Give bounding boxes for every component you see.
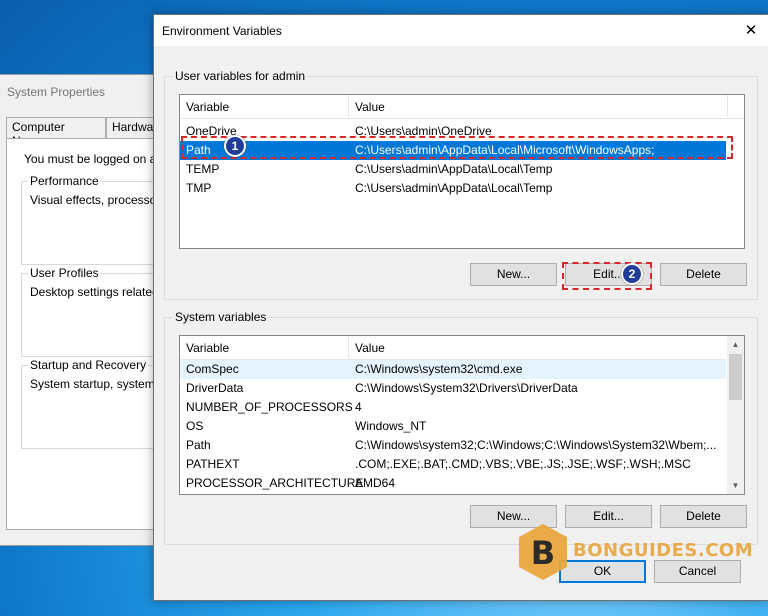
system-new-button[interactable]: New... xyxy=(470,505,557,528)
system-delete-button[interactable]: Delete xyxy=(660,505,747,528)
system-row-os[interactable]: OS Windows_NT xyxy=(180,417,726,436)
environment-variables-dialog: Environment Variables ✕ User variables f… xyxy=(153,14,768,601)
startup-recovery-legend: Startup and Recovery xyxy=(28,358,149,372)
header-value[interactable]: Value xyxy=(355,341,385,355)
scroll-up-arrow-icon[interactable]: ▲ xyxy=(727,336,744,353)
system-row-comspec[interactable]: ComSpec C:\Windows\system32\cmd.exe xyxy=(180,360,726,379)
system-row-number-of-processors[interactable]: NUMBER_OF_PROCESSORS 4 xyxy=(180,398,726,417)
system-variables-legend: System variables xyxy=(173,310,269,324)
row-variable: PROCESSOR_ARCHITECTURE xyxy=(186,476,364,490)
user-variables-group: User variables for admin Variable Value … xyxy=(164,69,758,300)
row-value: Windows_NT xyxy=(355,419,427,433)
system-properties-window: System Properties Computer Name Hardware… xyxy=(0,74,183,546)
user-profiles-legend: User Profiles xyxy=(28,266,101,280)
dialog-titlebar[interactable]: Environment Variables ✕ xyxy=(154,15,768,46)
row-value: C:\Windows\System32\Drivers\DriverData xyxy=(355,381,578,395)
row-variable: TMP xyxy=(186,181,212,195)
path-row-highlight xyxy=(181,136,733,159)
user-delete-button[interactable]: Delete xyxy=(660,263,747,286)
system-list-header: Variable Value xyxy=(180,336,726,360)
dialog-title: Environment Variables xyxy=(162,24,282,38)
header-variable[interactable]: Variable xyxy=(186,100,229,114)
logon-note: You must be logged on as a xyxy=(24,152,173,166)
header-variable[interactable]: Variable xyxy=(186,341,229,355)
system-properties-title: System Properties xyxy=(7,85,106,99)
system-row-driverdata[interactable]: DriverData C:\Windows\System32\Drivers\D… xyxy=(180,379,726,398)
step-badge-2: 2 xyxy=(621,263,643,285)
row-variable: DriverData xyxy=(186,381,244,395)
row-variable: OS xyxy=(186,419,204,433)
system-row-pathext[interactable]: PATHEXT .COM;.EXE;.BAT;.CMD;.VBS;.VBE;.J… xyxy=(180,455,726,474)
row-value: C:\Users\admin\AppData\Local\Temp xyxy=(355,162,553,176)
user-row-tmp[interactable]: TMP C:\Users\admin\AppData\Local\Temp xyxy=(180,179,726,198)
row-variable: Path xyxy=(186,438,211,452)
header-value[interactable]: Value xyxy=(355,100,385,114)
user-profiles-desc: Desktop settings related to xyxy=(30,285,173,299)
row-variable: ComSpec xyxy=(186,362,239,376)
row-variable: TEMP xyxy=(186,162,220,176)
close-button[interactable]: ✕ xyxy=(734,15,768,46)
cancel-button[interactable]: Cancel xyxy=(654,560,741,583)
system-edit-button[interactable]: Edit... xyxy=(565,505,652,528)
step-badge-1: 1 xyxy=(224,135,246,157)
user-variables-list[interactable]: Variable Value OneDrive C:\Users\admin\O… xyxy=(179,94,745,249)
row-variable: PATHEXT xyxy=(186,457,240,471)
user-variables-legend: User variables for admin xyxy=(173,69,308,83)
row-value: C:\Windows\system32;C:\Windows;C:\Window… xyxy=(355,438,717,452)
row-value: C:\Windows\system32\cmd.exe xyxy=(355,362,523,376)
performance-legend: Performance xyxy=(28,174,101,188)
system-variables-list[interactable]: Variable Value ComSpec C:\Windows\system… xyxy=(179,335,745,495)
row-value: AMD64 xyxy=(355,476,396,490)
system-list-scrollbar[interactable]: ▲ ▼ xyxy=(727,336,744,494)
system-properties-tabs: Computer Name Hardware xyxy=(6,117,170,148)
row-value: .COM;.EXE;.BAT;.CMD;.VBS;.VBE;.JS;.JSE;.… xyxy=(355,457,691,471)
ok-button[interactable]: OK xyxy=(559,560,646,583)
row-value: 4 xyxy=(355,400,362,414)
tab-computer-name[interactable]: Computer Name xyxy=(6,117,106,148)
scrollbar-thumb[interactable] xyxy=(729,354,742,400)
row-value: C:\Users\admin\AppData\Local\Temp xyxy=(355,181,553,195)
user-new-button[interactable]: New... xyxy=(470,263,557,286)
system-variables-group: System variables Variable Value ComSpec … xyxy=(164,310,758,545)
user-row-temp[interactable]: TEMP C:\Users\admin\AppData\Local\Temp xyxy=(180,160,726,179)
close-icon: ✕ xyxy=(744,22,758,39)
user-list-header: Variable Value xyxy=(180,95,744,119)
startup-recovery-desc: System startup, system fail xyxy=(30,377,174,391)
scroll-down-arrow-icon[interactable]: ▼ xyxy=(727,477,744,494)
row-variable: NUMBER_OF_PROCESSORS xyxy=(186,400,353,414)
system-row-processor-architecture[interactable]: PROCESSOR_ARCHITECTURE AMD64 xyxy=(180,474,726,493)
performance-desc: Visual effects, processor s xyxy=(30,193,170,207)
system-row-path[interactable]: Path C:\Windows\system32;C:\Windows;C:\W… xyxy=(180,436,726,455)
